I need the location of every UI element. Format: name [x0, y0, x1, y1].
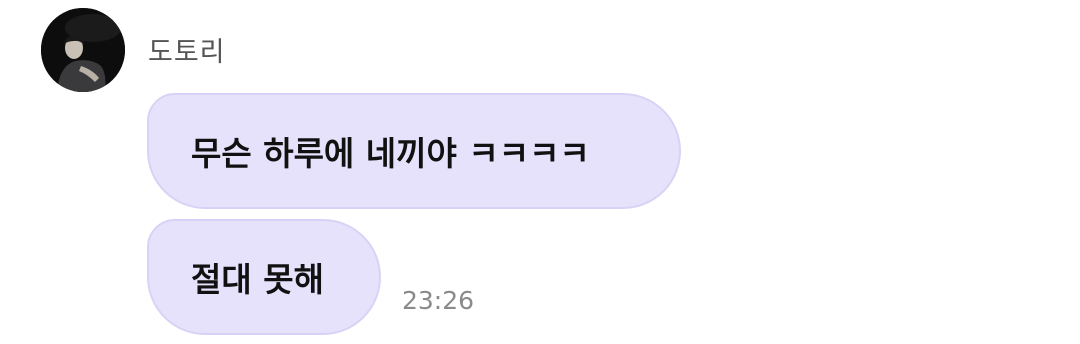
- sender-name: 도토리: [148, 37, 226, 68]
- profile-photo-icon: [41, 8, 125, 92]
- message-text: 무슨 하루에 네끼야 ㅋㅋㅋㅋ: [191, 134, 590, 173]
- message-bubble[interactable]: 무슨 하루에 네끼야 ㅋㅋㅋㅋ: [147, 93, 681, 209]
- message-text: 절대 못해: [191, 260, 324, 299]
- message-timestamp: 23:26: [402, 286, 475, 315]
- message-bubble[interactable]: 절대 못해: [147, 219, 381, 335]
- avatar[interactable]: [41, 8, 125, 92]
